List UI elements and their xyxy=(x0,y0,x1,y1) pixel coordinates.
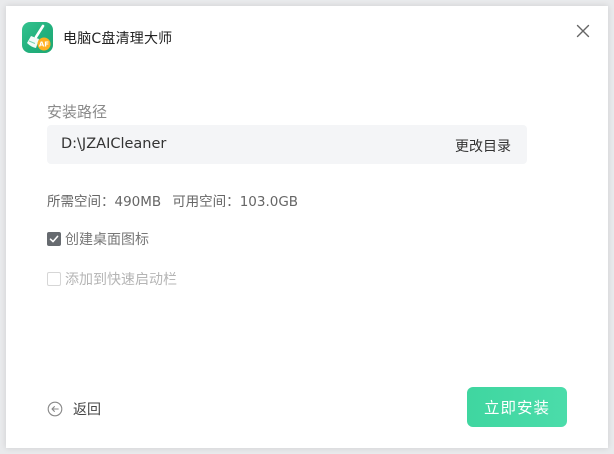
back-arrow-icon xyxy=(47,401,63,417)
app-icon: AF xyxy=(22,22,53,53)
close-button[interactable] xyxy=(573,21,593,41)
checkmark-icon xyxy=(49,235,59,243)
option-desktop-icon[interactable]: 创建桌面图标 xyxy=(47,231,149,248)
desktop-icon-label: 创建桌面图标 xyxy=(65,232,149,248)
option-quick-launch[interactable]: 添加到快速启动栏 xyxy=(47,271,177,288)
quick-launch-checkbox[interactable] xyxy=(47,272,61,286)
required-space-label: 所需空间： xyxy=(47,194,115,210)
quick-launch-label: 添加到快速启动栏 xyxy=(65,272,177,288)
available-space-label: 可用空间： xyxy=(172,194,240,210)
close-icon xyxy=(576,24,590,38)
install-path-label: 安装路径 xyxy=(47,103,108,121)
install-now-button[interactable]: 立即安装 xyxy=(467,387,567,427)
app-title: 电脑C盘清理大师 xyxy=(63,31,173,47)
back-button[interactable]: 返回 xyxy=(47,399,101,419)
broom-icon: AF xyxy=(27,24,51,51)
install-path-field[interactable]: D:\JZAICleaner 更改目录 xyxy=(47,125,527,164)
required-space-value: 490MB xyxy=(114,194,162,210)
desktop-icon-checkbox[interactable] xyxy=(47,232,61,246)
available-space-value: 103.0GB xyxy=(239,194,299,210)
back-label: 返回 xyxy=(73,402,101,418)
disk-space-info: 所需空间：490MB 可用空间：103.0GB xyxy=(47,190,298,210)
installer-window: AF 电脑C盘清理大师 安装路径 D:\JZAICleaner 更改目录 所需空… xyxy=(6,6,608,448)
change-directory-button[interactable]: 更改目录 xyxy=(455,136,511,156)
install-path-value: D:\JZAICleaner xyxy=(61,136,167,152)
app-icon-badge: AF xyxy=(39,41,49,49)
